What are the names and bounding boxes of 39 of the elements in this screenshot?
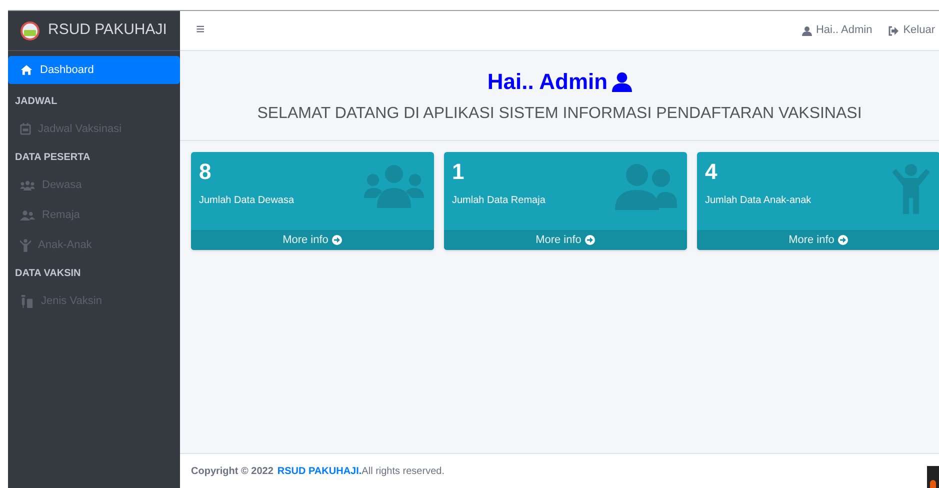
nav-icon [20, 238, 31, 252]
stat-label: Jumlah Data Anak-anak [705, 194, 812, 208]
section-heading: DATA VAKSIN [14, 266, 82, 280]
more-info-link[interactable]: More info [191, 230, 434, 250]
hospital-link[interactable]: RSUD PAKUHAJI. [277, 464, 362, 478]
logout-link[interactable]: Keluar [888, 22, 935, 39]
more-info-link[interactable]: More info [697, 230, 939, 250]
nav-item[interactable]: Dashboard [8, 56, 180, 84]
menu-icon[interactable]: ≡ [196, 19, 205, 42]
user-link[interactable]: Hai.. Admin [802, 22, 872, 39]
nav-icon [20, 180, 35, 190]
nav-icon [20, 123, 31, 135]
rights-text: All rights reserved. [362, 464, 444, 478]
arrow-circle-icon [332, 235, 342, 245]
more-info-link[interactable]: More info [444, 230, 687, 250]
welcome-title: Hai.. Admin [487, 65, 632, 98]
nav-icon [20, 64, 33, 76]
user-icon [802, 26, 812, 36]
logo-icon [20, 20, 40, 40]
arrow-circle-icon [585, 235, 596, 245]
stat-value: 8 [199, 158, 212, 186]
welcome-subtitle: SELAMAT DATANG DI APLIKASI SISTEM INFORMASI PENDAFTARAN VAKSINASI [257, 104, 862, 124]
stat-label: Jumlah Data Dewasa [199, 194, 296, 208]
group-icon [364, 164, 424, 208]
user-icon [612, 72, 632, 92]
corner-widget-icon[interactable] [927, 466, 939, 488]
section-heading: JADWAL [14, 94, 58, 108]
arrow-circle-icon [838, 235, 848, 245]
brand-name: RSUD PAKUHAJI [48, 20, 167, 40]
logout-icon [888, 26, 900, 36]
child-icon [892, 164, 930, 214]
stat-value: 1 [452, 158, 466, 186]
section-heading: DATA PESERTA [14, 150, 92, 164]
copyright-text: Copyright © 2022 [191, 464, 274, 478]
pair-of-people-icon [615, 164, 677, 210]
nav-icon [20, 294, 34, 308]
nav-icon [20, 210, 35, 220]
stat-label: Jumlah Data Remaja [452, 194, 546, 208]
stat-value: 4 [705, 158, 718, 186]
